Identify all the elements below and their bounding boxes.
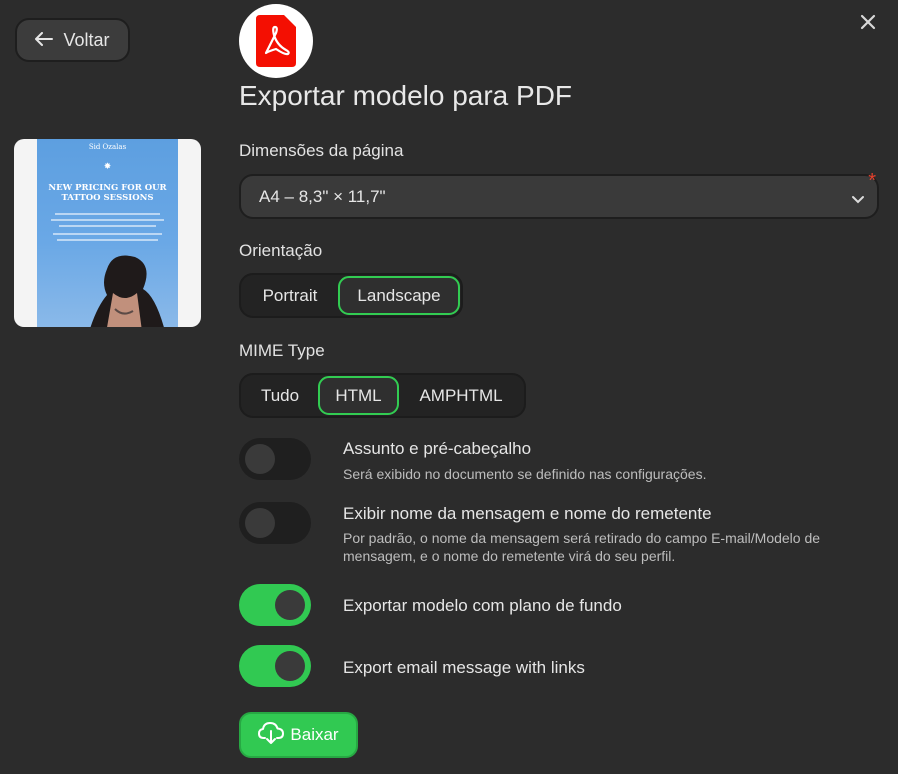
message-sender-name-description: Por padrão, o nome da mensagem será reti…	[343, 530, 821, 564]
page-size-value: A4 – 8,3" × 11,7"	[259, 186, 386, 206]
arrow-left-icon	[35, 30, 54, 51]
close-button[interactable]	[856, 12, 880, 36]
preview-heading: NEW PRICING FOR OUR TATTOO SESSIONS	[48, 183, 167, 203]
chevron-down-icon	[851, 190, 865, 210]
toggle-knob	[245, 444, 275, 474]
subject-preheader-toggle[interactable]	[239, 438, 311, 480]
subject-preheader-title: Assunto e pré-cabeçalho	[343, 439, 532, 458]
preview-photo	[90, 255, 164, 327]
preview-star-icon: ✸	[103, 161, 112, 171]
mime-html-button[interactable]: HTML	[318, 376, 399, 415]
orientation-segmented-control: Portrait Landscape	[239, 273, 463, 318]
message-sender-name-toggle[interactable]	[239, 502, 311, 544]
cloud-download-icon	[258, 721, 285, 750]
template-preview-content: Sid Ozalas ✸ NEW PRICING FOR OUR TATTOO …	[37, 139, 178, 327]
export-links-toggle[interactable]	[239, 645, 311, 687]
toggle-knob	[275, 590, 305, 620]
preview-text-line	[51, 219, 164, 221]
orientation-landscape-button[interactable]: Landscape	[338, 276, 460, 315]
required-marker: *	[868, 170, 876, 192]
preview-text-line	[53, 233, 162, 235]
export-background-toggle[interactable]	[239, 584, 311, 626]
back-button-label: Voltar	[63, 29, 110, 50]
subject-preheader-description: Será exibido no documento se definido na…	[343, 466, 707, 482]
export-links-title: Export email message with links	[343, 658, 585, 677]
toggle-knob	[245, 508, 275, 538]
toggle-knob	[275, 651, 305, 681]
mime-all-button[interactable]: Tudo	[242, 376, 318, 415]
mime-type-segmented-control: Tudo HTML AMPHTML	[239, 373, 526, 418]
orientation-portrait-button[interactable]: Portrait	[242, 276, 338, 315]
page-size-label: Dimensões da página	[239, 141, 404, 160]
adobe-pdf-icon	[239, 4, 313, 78]
page-title: Exportar modelo para PDF	[239, 80, 573, 111]
download-button-label: Baixar	[290, 725, 339, 744]
preview-text-line	[57, 239, 158, 241]
template-preview: Sid Ozalas ✸ NEW PRICING FOR OUR TATTOO …	[14, 139, 201, 327]
message-sender-name-title: Exibir nome da mensagem e nome do remete…	[343, 504, 712, 523]
preview-text-line	[59, 225, 156, 227]
mime-amphtml-button[interactable]: AMPHTML	[399, 376, 523, 415]
orientation-label: Orientação	[239, 241, 323, 260]
back-button[interactable]: Voltar	[15, 18, 130, 62]
preview-text-line	[55, 213, 160, 215]
page-size-select[interactable]: A4 – 8,3" × 11,7" *	[239, 170, 879, 219]
download-button[interactable]: Baixar	[239, 712, 358, 758]
export-background-title: Exportar modelo com plano de fundo	[343, 596, 622, 615]
preview-brand: Sid Ozalas	[88, 143, 127, 151]
close-icon	[860, 14, 876, 35]
mime-type-label: MIME Type	[239, 341, 325, 360]
